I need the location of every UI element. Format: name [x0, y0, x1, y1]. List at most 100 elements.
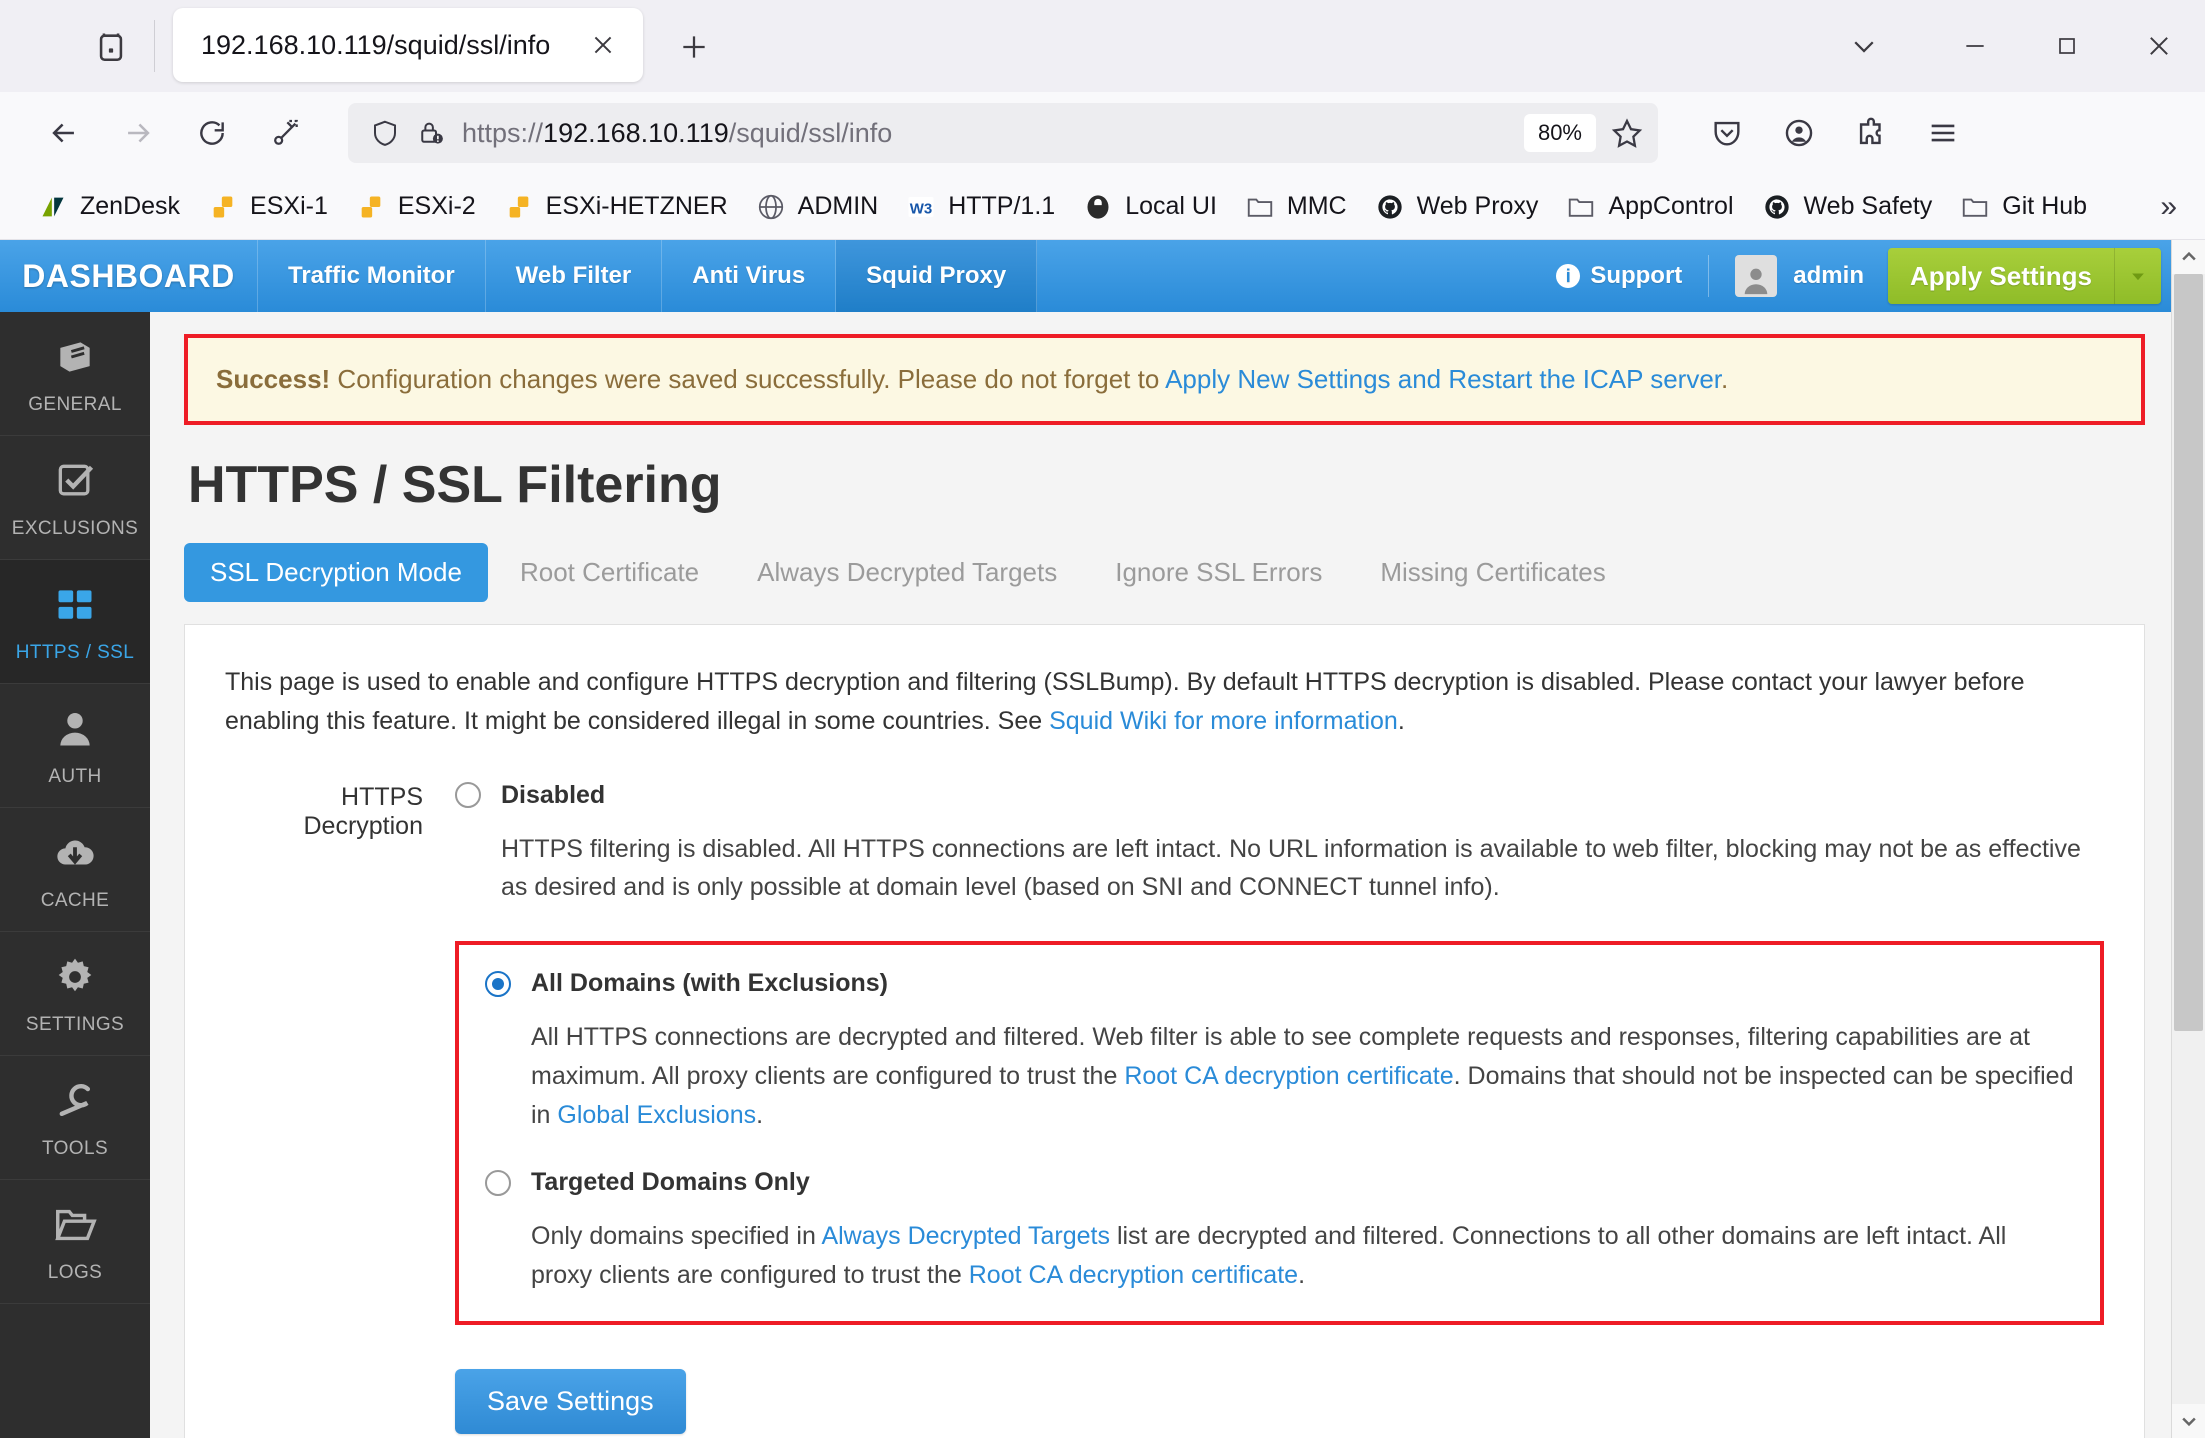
sidebar-item-exclusions[interactable]: EXCLUSIONS: [0, 436, 150, 560]
extensions-icon[interactable]: [1840, 102, 1902, 164]
screenshot-scissors-icon[interactable]: [256, 103, 316, 163]
firefox-view-button[interactable]: [80, 16, 142, 78]
bookmark-label: ADMIN: [797, 192, 879, 220]
sidebar-item-label: GENERAL: [28, 393, 122, 415]
bookmarks-bar: ZenDesk ESXi-1 ESXi-2 ESXi-HETZNER ADMIN: [0, 174, 2205, 240]
folder-icon: [1245, 192, 1275, 222]
maximize-window-icon[interactable]: [2021, 0, 2113, 92]
new-tab-button[interactable]: [665, 18, 723, 76]
nav-squid-proxy[interactable]: Squid Proxy: [836, 240, 1038, 312]
apply-settings-button[interactable]: Apply Settings: [1887, 248, 2161, 304]
bookmark-esxi-1[interactable]: ESXi-1: [194, 186, 342, 228]
save-settings-button[interactable]: Save Settings: [455, 1368, 686, 1434]
bookmark-web-proxy[interactable]: Web Proxy: [1361, 186, 1553, 228]
reload-button-icon[interactable]: [182, 103, 242, 163]
desc-text-a: Only domains specified in: [531, 1222, 822, 1251]
url-text[interactable]: https://192.168.10.119/squid/ssl/info: [462, 118, 1524, 149]
success-alert: Success! Configuration changes were save…: [184, 334, 2145, 425]
tab-ssl-decryption-mode[interactable]: SSL Decryption Mode: [184, 543, 488, 602]
squid-wiki-link[interactable]: Squid Wiki for more information: [1049, 707, 1398, 735]
url-scheme: https://: [462, 117, 544, 148]
settings-panel: This page is used to enable and configur…: [184, 624, 2145, 1438]
option-targeted-domains[interactable]: Targeted Domains Only Only domains speci…: [485, 1168, 2074, 1295]
global-exclusions-link[interactable]: Global Exclusions: [557, 1101, 756, 1129]
bookmark-web-safety[interactable]: Web Safety: [1748, 186, 1947, 228]
page-scrollbar[interactable]: [2171, 240, 2205, 1438]
close-window-icon[interactable]: [2113, 0, 2205, 92]
apply-settings-caret-icon[interactable]: [2115, 248, 2161, 304]
bookmarks-overflow-icon[interactable]: »: [2160, 190, 2187, 224]
bookmark-zendesk[interactable]: ZenDesk: [24, 186, 194, 228]
avatar[interactable]: [1735, 255, 1778, 297]
sidebar-item-general[interactable]: GENERAL: [0, 312, 150, 436]
sidebar-item-settings[interactable]: SETTINGS: [0, 932, 150, 1056]
apply-settings-label[interactable]: Apply Settings: [1887, 248, 2115, 304]
bookmark-label: Web Safety: [1803, 192, 1933, 220]
option-all-domains[interactable]: All Domains (with Exclusions) All HTTPS …: [485, 969, 2074, 1134]
pocket-icon[interactable]: [1696, 102, 1758, 164]
account-icon[interactable]: [1768, 102, 1830, 164]
radio-line-all-domains[interactable]: All Domains (with Exclusions): [485, 969, 2074, 998]
page-viewport: DASHBOARD Traffic Monitor Web Filter Ant…: [0, 240, 2205, 1438]
sidebar-item-tools[interactable]: TOOLS: [0, 1056, 150, 1180]
app-body: GENERAL EXCLUSIONS HTTPS / SSL AUTH CACH…: [0, 312, 2171, 1438]
app-brand[interactable]: DASHBOARD: [0, 240, 258, 312]
bookmark-label: ESXi-HETZNER: [545, 192, 728, 220]
insecure-lock-warning-icon[interactable]: [416, 118, 446, 148]
radio-line-targeted-domains[interactable]: Targeted Domains Only: [485, 1168, 2074, 1197]
app-navbar: DASHBOARD Traffic Monitor Web Filter Ant…: [0, 240, 2171, 312]
option-disabled[interactable]: Disabled HTTPS filtering is disabled. Al…: [455, 781, 2104, 908]
options-gap: [485, 1134, 2074, 1168]
tab-missing-certificates[interactable]: Missing Certificates: [1354, 543, 1631, 602]
tab-root-certificate[interactable]: Root Certificate: [494, 543, 725, 602]
scroll-down-arrow-icon[interactable]: [2172, 1404, 2205, 1438]
scroll-up-arrow-icon[interactable]: [2172, 240, 2205, 274]
zoom-level-badge[interactable]: 80%: [1523, 114, 1596, 152]
nav-traffic-monitor[interactable]: Traffic Monitor: [258, 240, 486, 312]
sidebar-item-logs[interactable]: LOGS: [0, 1180, 150, 1304]
url-bar[interactable]: https://192.168.10.119/squid/ssl/info 80…: [348, 103, 1658, 163]
username-label[interactable]: admin: [1793, 262, 1864, 290]
sidebar-item-cache[interactable]: CACHE: [0, 808, 150, 932]
bookmark-star-icon[interactable]: [1610, 116, 1644, 150]
tab-ignore-ssl-errors[interactable]: Ignore SSL Errors: [1089, 543, 1348, 602]
url-host: 192.168.10.119: [543, 117, 729, 148]
bookmark-label: ESXi-2: [397, 192, 476, 220]
nav-web-filter[interactable]: Web Filter: [486, 240, 663, 312]
bookmark-mmc[interactable]: MMC: [1231, 186, 1361, 228]
radio-disabled[interactable]: [455, 782, 481, 808]
svg-text:W3: W3: [910, 200, 933, 217]
list-all-tabs-icon[interactable]: [1799, 0, 1929, 92]
hamburger-menu-icon[interactable]: [1912, 102, 1974, 164]
alert-link[interactable]: Apply New Settings and Restart the ICAP …: [1165, 364, 1721, 394]
always-decrypted-targets-link[interactable]: Always Decrypted Targets: [821, 1222, 1110, 1250]
browser-tab[interactable]: 192.168.10.119/squid/ssl/info: [173, 8, 643, 82]
sidebar-item-https-ssl[interactable]: HTTPS / SSL: [0, 560, 150, 684]
bookmark-esxi-hetzner[interactable]: ESXi-HETZNER: [490, 186, 742, 228]
radio-line-disabled[interactable]: Disabled: [455, 781, 2104, 810]
forward-button-icon[interactable]: [108, 103, 168, 163]
bookmark-appcontrol[interactable]: AppControl: [1552, 186, 1747, 228]
bookmark-label: Web Proxy: [1416, 192, 1539, 220]
bookmark-git-hub[interactable]: Git Hub: [1946, 186, 2101, 228]
nav-anti-virus[interactable]: Anti Virus: [662, 240, 837, 312]
scrollbar-track[interactable]: [2172, 274, 2205, 1404]
bookmark-admin[interactable]: ADMIN: [742, 186, 893, 228]
back-button-icon[interactable]: [34, 103, 94, 163]
sidebar-item-auth[interactable]: AUTH: [0, 684, 150, 808]
root-ca-decryption-certificate-link[interactable]: Root CA decryption certificate: [1124, 1062, 1453, 1090]
scrollbar-thumb[interactable]: [2174, 274, 2203, 1032]
bookmark-http11[interactable]: W3 HTTP/1.1: [892, 186, 1069, 228]
bookmark-esxi-2[interactable]: ESXi-2: [342, 186, 490, 228]
root-ca-decryption-certificate-link[interactable]: Root CA decryption certificate: [969, 1261, 1298, 1289]
page-content: DASHBOARD Traffic Monitor Web Filter Ant…: [0, 240, 2171, 1438]
tracking-protection-shield-icon[interactable]: [370, 118, 400, 148]
support-link[interactable]: i Support: [1556, 262, 1682, 290]
bookmark-local-ui[interactable]: Local UI: [1069, 186, 1231, 228]
cloud-download-icon: [52, 828, 98, 878]
close-tab-icon[interactable]: [581, 23, 625, 67]
minimize-window-icon[interactable]: [1929, 0, 2021, 92]
radio-all-domains[interactable]: [485, 970, 511, 997]
tab-always-decrypted-targets[interactable]: Always Decrypted Targets: [731, 543, 1083, 602]
radio-targeted-domains[interactable]: [485, 1169, 511, 1196]
